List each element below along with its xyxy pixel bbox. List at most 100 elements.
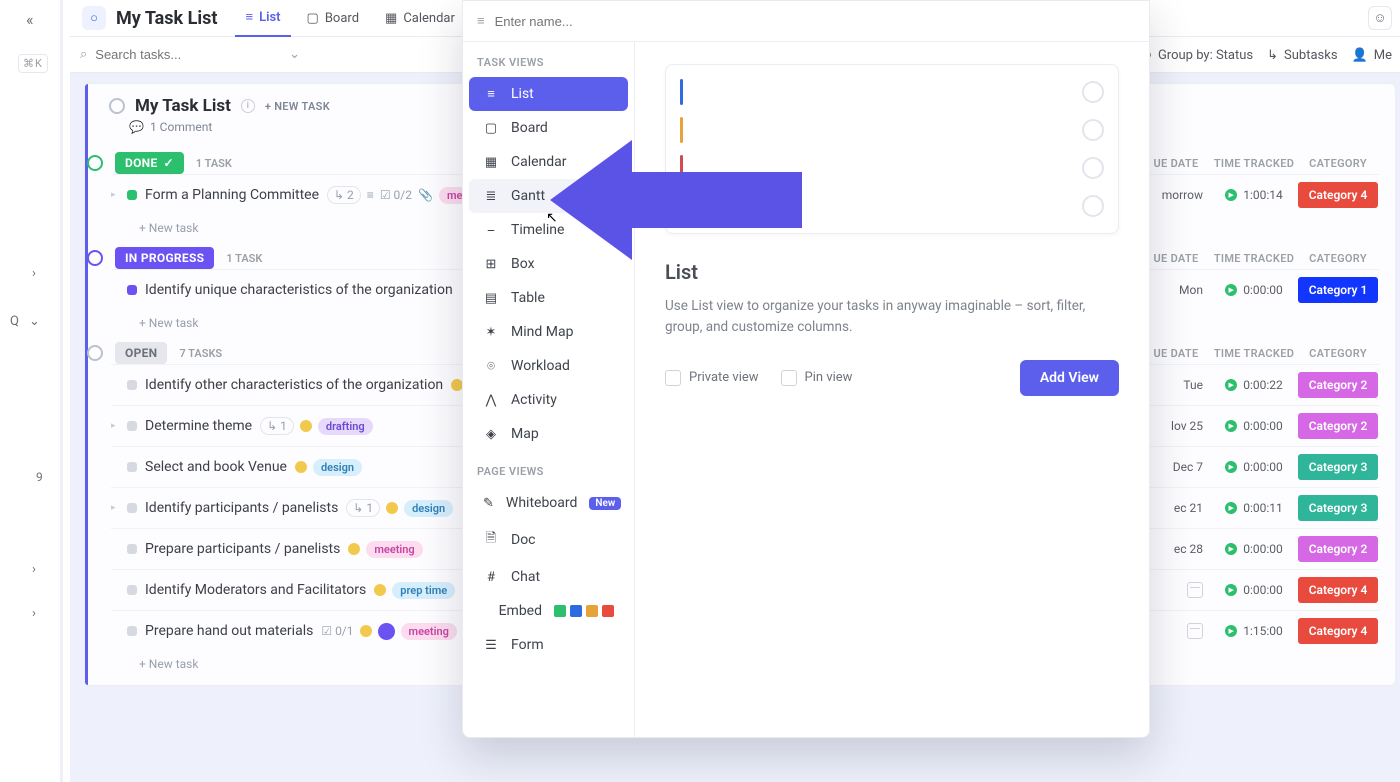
group-toggle-ring[interactable] — [87, 250, 103, 266]
subtask-count[interactable]: ↳ 1 — [346, 499, 380, 517]
time-tracked-cell[interactable]: ▶0:00:00 — [1211, 460, 1297, 474]
expand-caret-icon[interactable]: ▸ — [111, 421, 119, 431]
time-tracked-cell[interactable]: ▶1:15:00 — [1211, 624, 1297, 638]
view-option-box[interactable]: ⊞Box — [469, 247, 628, 281]
tag-pill[interactable]: prep time — [392, 582, 455, 599]
group-toggle-ring[interactable] — [87, 345, 103, 361]
category-cell[interactable]: Category 2 — [1297, 372, 1379, 398]
play-icon[interactable]: ▶ — [1225, 189, 1237, 201]
play-icon[interactable]: ▶ — [1225, 584, 1237, 596]
play-icon[interactable]: ▶ — [1225, 625, 1237, 637]
calendar-icon[interactable] — [1187, 623, 1203, 639]
time-tracked-cell[interactable]: ▶0:00:00 — [1211, 419, 1297, 433]
subtask-count[interactable]: ↳ 2 — [327, 186, 361, 204]
chevron-down-icon[interactable]: ⌄ — [289, 47, 300, 62]
pin-view-checkbox[interactable]: Pin view — [781, 370, 853, 386]
time-tracked-cell[interactable]: ▶0:00:00 — [1211, 542, 1297, 556]
sidebar-section-caret[interactable]: › — [32, 266, 36, 281]
group-toggle-ring[interactable] — [87, 155, 103, 171]
view-option-timeline[interactable]: ⎯Timeline — [469, 213, 628, 247]
due-date-cell[interactable]: ec 21 — [1141, 501, 1211, 515]
view-option-whiteboard[interactable]: ✎WhiteboardNew — [469, 486, 628, 520]
me-filter-toggle[interactable]: 👤 Me — [1352, 48, 1392, 63]
group-status-pill[interactable]: OPEN — [115, 342, 167, 364]
task-status-icon[interactable] — [127, 380, 137, 390]
task-status-icon[interactable] — [127, 462, 137, 472]
search-input-wrap[interactable]: ⌕ ⌄ — [80, 47, 300, 62]
task-status-icon[interactable] — [127, 544, 137, 554]
view-option-list[interactable]: ≡List — [469, 77, 628, 111]
time-tracked-cell[interactable]: ▶0:00:00 — [1211, 583, 1297, 597]
view-option-doc[interactable]: 🗎Doc — [469, 520, 628, 560]
due-date-cell[interactable] — [1141, 623, 1211, 639]
group-status-pill[interactable]: IN PROGRESS — [115, 247, 214, 269]
assignee-avatar[interactable] — [378, 623, 395, 640]
expand-caret-icon[interactable]: ▸ — [111, 190, 119, 200]
view-option-workload[interactable]: ⌾Workload — [469, 349, 628, 383]
list-status-ring-icon[interactable] — [109, 98, 125, 114]
category-cell[interactable]: Category 2 — [1297, 536, 1379, 562]
play-icon[interactable]: ▶ — [1225, 379, 1237, 391]
category-cell[interactable]: Category 4 — [1297, 618, 1379, 644]
view-option-board[interactable]: ▢Board — [469, 111, 628, 145]
category-cell[interactable]: Category 4 — [1297, 577, 1379, 603]
play-icon[interactable]: ▶ — [1225, 284, 1237, 296]
due-date-cell[interactable]: lov 25 — [1141, 419, 1211, 433]
automations-icon[interactable]: ☺ — [1368, 6, 1392, 30]
view-name-input-wrap[interactable]: ≡ — [463, 1, 1149, 42]
view-option-gantt[interactable]: ≣Gantt — [469, 179, 628, 213]
subtask-count[interactable]: ↳ 1 — [260, 417, 294, 435]
category-cell[interactable]: Category 4 — [1297, 182, 1379, 208]
due-date-cell[interactable]: Dec 7 — [1141, 460, 1211, 474]
search-input[interactable] — [95, 47, 255, 62]
view-option-table[interactable]: ▤Table — [469, 281, 628, 315]
tab-list[interactable]: ≡List — [235, 0, 290, 37]
view-option-chat[interactable]: #Chat — [469, 560, 628, 594]
private-view-checkbox[interactable]: Private view — [665, 370, 759, 386]
due-date-cell[interactable]: ec 28 — [1141, 542, 1211, 556]
sidebar-section-caret[interactable]: › — [32, 562, 36, 577]
view-option-map[interactable]: ◈Map — [469, 417, 628, 451]
view-option-activity[interactable]: ⋀Activity — [469, 383, 628, 417]
sidebar-search-filter[interactable]: Q⌄ — [10, 314, 40, 329]
tag-pill[interactable]: design — [404, 500, 453, 517]
info-icon[interactable]: i — [241, 99, 255, 113]
category-cell[interactable]: Category 1 — [1297, 277, 1379, 303]
expand-caret-icon[interactable]: ▸ — [111, 503, 119, 513]
task-status-icon[interactable] — [127, 503, 137, 513]
task-status-icon[interactable] — [127, 190, 137, 200]
tag-pill[interactable]: meeting — [366, 541, 422, 558]
due-date-cell[interactable]: Mon — [1141, 283, 1211, 297]
view-option-embed[interactable]: Embed — [469, 594, 628, 628]
time-tracked-cell[interactable]: ▶0:00:11 — [1211, 501, 1297, 515]
due-date-cell[interactable]: Tue — [1141, 378, 1211, 392]
view-name-input[interactable] — [495, 14, 1135, 29]
task-status-icon[interactable] — [127, 421, 137, 431]
play-icon[interactable]: ▶ — [1225, 543, 1237, 555]
view-option-calendar[interactable]: ▦Calendar — [469, 145, 628, 179]
category-cell[interactable]: Category 3 — [1297, 495, 1379, 521]
subtasks-toggle[interactable]: ↳ Subtasks — [1267, 48, 1337, 63]
task-status-icon[interactable] — [127, 285, 137, 295]
tag-pill[interactable]: drafting — [318, 418, 373, 435]
view-option-mind-map[interactable]: ✶Mind Map — [469, 315, 628, 349]
tab-board[interactable]: ▢Board — [297, 0, 370, 37]
category-cell[interactable]: Category 2 — [1297, 413, 1379, 439]
sidebar-section-caret[interactable]: › — [32, 606, 36, 621]
sidebar-collapse-icon[interactable]: « — [26, 10, 34, 29]
play-icon[interactable]: ▶ — [1225, 461, 1237, 473]
task-status-icon[interactable] — [127, 585, 137, 595]
task-status-icon[interactable] — [127, 626, 137, 636]
space-icon[interactable]: ○ — [82, 6, 106, 30]
time-tracked-cell[interactable]: ▶0:00:00 — [1211, 283, 1297, 297]
due-date-cell[interactable]: morrow — [1141, 188, 1211, 202]
group-status-pill[interactable]: DONE ✓ — [115, 152, 184, 174]
add-view-button[interactable]: Add View — [1020, 360, 1119, 396]
play-icon[interactable]: ▶ — [1225, 502, 1237, 514]
time-tracked-cell[interactable]: ▶1:00:14 — [1211, 188, 1297, 202]
tab-calendar[interactable]: ▦Calendar — [375, 0, 465, 37]
category-cell[interactable]: Category 3 — [1297, 454, 1379, 480]
due-date-cell[interactable] — [1141, 582, 1211, 598]
calendar-icon[interactable] — [1187, 582, 1203, 598]
tag-pill[interactable]: meeting — [401, 623, 457, 640]
